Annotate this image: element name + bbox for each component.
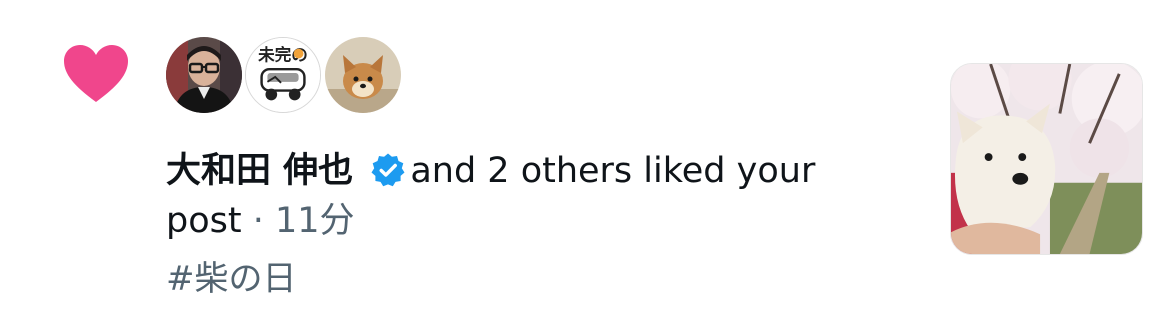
post-thumbnail[interactable]: [950, 63, 1143, 255]
heart-icon: [64, 45, 128, 102]
separator-dot: ·: [252, 201, 264, 241]
avatar-cartoon-logo[interactable]: 未完の: [245, 37, 321, 113]
timestamp: 11分: [275, 201, 355, 241]
verified-badge-icon: [371, 153, 405, 187]
like-notification[interactable]: 未完の 大和田 伸也 and 2 others liked your post …: [0, 0, 1170, 319]
action-text-line2: post: [166, 201, 242, 241]
action-text-line1: and 2 others liked your: [410, 151, 816, 191]
avatar-man-glasses[interactable]: [166, 37, 242, 113]
user-name[interactable]: 大和田 伸也: [166, 151, 353, 191]
post-text[interactable]: #柴の日: [166, 254, 297, 304]
notification-text: 大和田 伸也 and 2 others liked your post · 11…: [166, 146, 866, 246]
avatar-shiba-puppy[interactable]: [325, 37, 401, 113]
